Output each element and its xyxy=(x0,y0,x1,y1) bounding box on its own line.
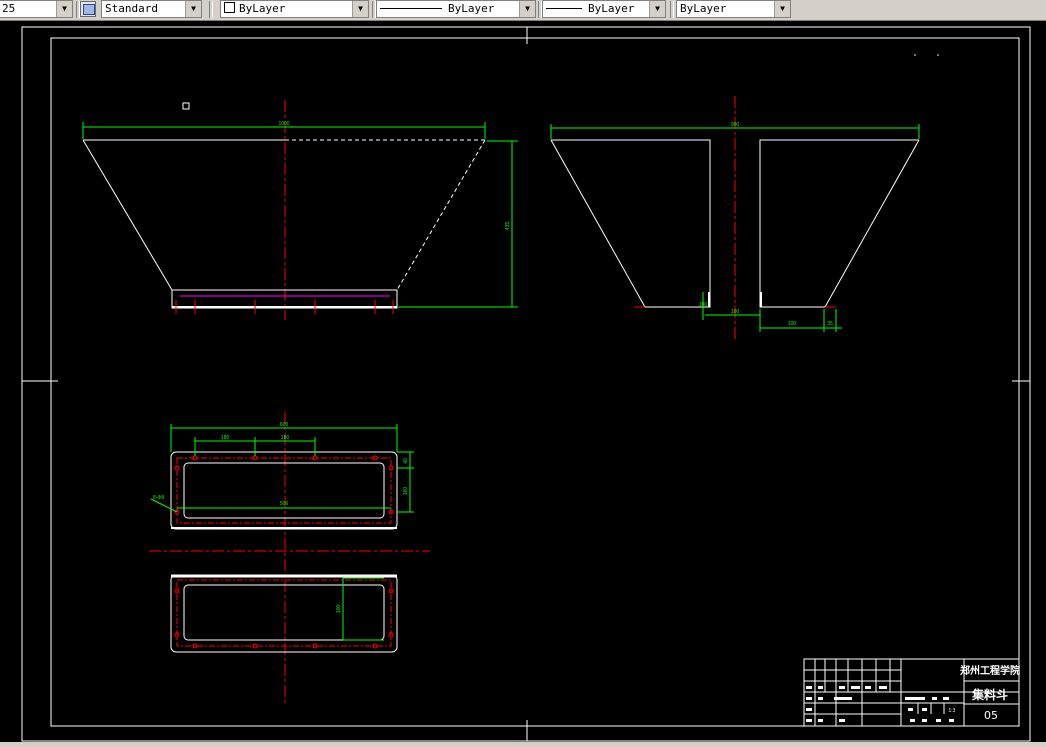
top-inner-dim: 506 xyxy=(280,501,289,507)
side-view: 900 100 100 100 35 xyxy=(550,96,920,342)
front-right-slope-dashed xyxy=(396,139,486,291)
status-bar xyxy=(0,742,1046,747)
linetype-dropdown[interactable]: ByLayer ▼ xyxy=(376,0,536,18)
sheet-inner-border xyxy=(50,37,1020,727)
front-width-dim: 1000 xyxy=(278,121,289,127)
top-spacing-dim-2: 180 xyxy=(281,435,290,441)
hole-note: 8-Φ8 xyxy=(153,495,164,501)
top-bolt-circle xyxy=(176,457,392,524)
top-inner-opening xyxy=(183,462,385,519)
dot-mark xyxy=(914,54,916,56)
plotstyle-dropdown[interactable]: ByLayer ▼ xyxy=(676,0,791,18)
front-view: 1000 435 xyxy=(82,100,518,320)
plotstyle-value: ByLayer xyxy=(680,2,727,15)
text-style-value: Standard xyxy=(105,2,158,15)
bottom-view: 100 xyxy=(170,574,398,653)
text-style-icon[interactable] xyxy=(80,1,96,17)
layer-color-value: ByLayer xyxy=(239,2,286,15)
pickbox-cursor xyxy=(182,102,190,110)
top-side-dim-2: 160 xyxy=(403,487,409,496)
drawing-canvas[interactable]: 1000 435 900 100 100 100 35 600 180 180 … xyxy=(0,21,1046,742)
top-view: 600 180 180 506 40 160 8-Φ8 xyxy=(149,412,430,706)
dot-mark xyxy=(937,54,939,56)
school-name: 郑州工程学院 xyxy=(960,664,1020,677)
title-block-small-text xyxy=(806,686,954,722)
side-bottom-dim-2: 100 xyxy=(699,302,708,308)
chevron-down-icon[interactable]: ▼ xyxy=(649,1,665,17)
chevron-down-icon[interactable]: ▼ xyxy=(185,1,201,17)
chevron-down-icon[interactable]: ▼ xyxy=(352,1,368,17)
bottom-height-dim: 100 xyxy=(336,605,342,614)
top-spacing-dim-1: 180 xyxy=(221,435,230,441)
layer-color-dropdown[interactable]: ByLayer ▼ xyxy=(220,0,369,18)
scale-value: 25 xyxy=(2,2,16,15)
lineweight-dropdown[interactable]: ByLayer ▼ xyxy=(542,0,666,18)
top-overall-dim: 600 xyxy=(280,422,289,428)
side-bottom-dim-4: 35 xyxy=(827,321,833,327)
sheet-outer-border xyxy=(21,26,1031,742)
top-side-dim-1: 40 xyxy=(403,458,409,464)
bottom-bolt-circle xyxy=(176,579,392,647)
side-bottom-dim-1: 100 xyxy=(731,309,740,315)
lineweight-preview-icon xyxy=(546,8,582,9)
toolbar-separator xyxy=(209,1,213,18)
properties-toolbar: 25 ▼ Standard ▼ ByLayer ▼ ByLayer ▼ ByLa… xyxy=(0,0,1046,21)
linetype-value: ByLayer xyxy=(448,2,495,15)
side-bottom-dim-3: 100 xyxy=(788,321,797,327)
toolbar-separator xyxy=(670,1,674,18)
chevron-down-icon[interactable]: ▼ xyxy=(56,1,72,17)
drawing-title: 集料斗 xyxy=(971,687,1008,702)
scale-dropdown[interactable]: 25 ▼ xyxy=(0,0,73,18)
chevron-down-icon[interactable]: ▼ xyxy=(774,1,790,17)
lineweight-value: ByLayer xyxy=(588,2,635,15)
top-outer-flange xyxy=(170,451,398,530)
side-right-half xyxy=(759,139,920,308)
color-swatch-icon xyxy=(224,2,235,13)
side-width-dim: 900 xyxy=(731,122,740,128)
drawing-scale: 1:3 xyxy=(949,708,956,714)
front-height-dim: 435 xyxy=(505,222,511,231)
side-left-half xyxy=(550,139,711,308)
title-block: 郑州工程学院 集料斗 05 1:3 xyxy=(803,658,1020,727)
linetype-preview-icon xyxy=(380,8,442,9)
text-style-dropdown[interactable]: Standard ▼ xyxy=(101,0,202,18)
front-left-slope xyxy=(82,139,173,291)
bottom-inner-opening xyxy=(183,584,385,641)
drawing-number: 05 xyxy=(984,709,998,722)
chevron-down-icon[interactable]: ▼ xyxy=(519,1,535,17)
